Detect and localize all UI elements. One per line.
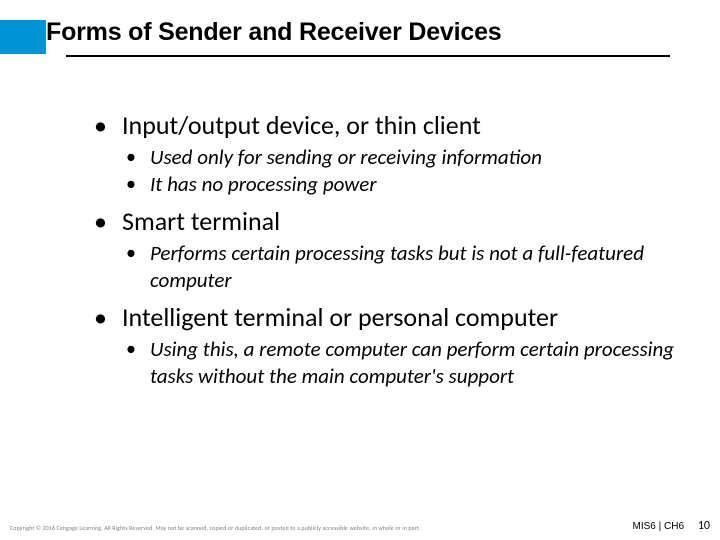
list-item: Input/output device, or thin client Used… — [90, 108, 680, 198]
copyright-text: Copyright © 2016 Cengage Learning. All R… — [10, 524, 421, 532]
bullet-text: Smart terminal — [122, 204, 680, 238]
bullet-text: Input/output device, or thin client — [122, 108, 680, 142]
list-item: Intelligent terminal or personal compute… — [90, 300, 680, 390]
slide: Forms of Sender and Receiver Devices Inp… — [0, 0, 720, 540]
bullet-list: Input/output device, or thin client Used… — [90, 108, 680, 390]
footer-label: MIS6 | CH6 — [633, 521, 685, 532]
sub-list: Using this, a remote computer can perfor… — [122, 336, 680, 390]
accent-bar — [0, 20, 46, 54]
slide-title: Forms of Sender and Receiver Devices — [46, 18, 502, 47]
sub-item: Using this, a remote computer can perfor… — [122, 336, 680, 390]
page-number: 10 — [698, 519, 710, 533]
slide-body: Input/output device, or thin client Used… — [90, 108, 680, 396]
title-area: Forms of Sender and Receiver Devices — [0, 18, 720, 68]
sub-item: Performs certain processing tasks but is… — [122, 240, 680, 294]
sub-list: Used only for sending or receiving infor… — [122, 144, 680, 198]
list-item: Smart terminal Performs certain processi… — [90, 204, 680, 294]
sub-item: It has no processing power — [122, 171, 680, 198]
sub-item: Used only for sending or receiving infor… — [122, 144, 680, 171]
sub-list: Performs certain processing tasks but is… — [122, 240, 680, 294]
title-underline — [66, 55, 670, 57]
bullet-text: Intelligent terminal or personal compute… — [122, 300, 680, 334]
